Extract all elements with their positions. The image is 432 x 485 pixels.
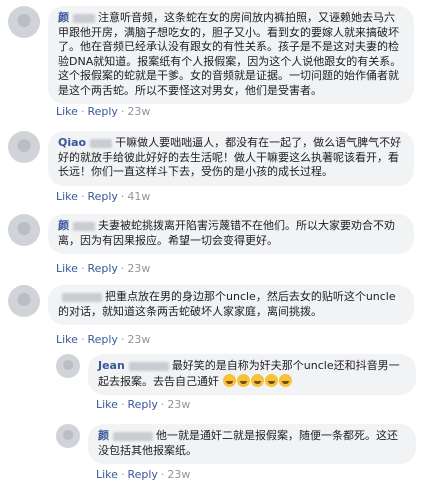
comment-actions: Like · Reply · 41w	[56, 190, 151, 203]
reply-link[interactable]: Reply	[127, 468, 157, 481]
reply-author[interactable]: 颜	[98, 429, 109, 442]
comment-bubble: Qiao 干嘛做人要咄咄逼人，都没有在一起了，做么语气脾气不好好的就放手给彼此好好…	[48, 131, 414, 186]
like-link[interactable]: Like	[96, 398, 118, 411]
redacted-name	[128, 361, 169, 371]
redacted-name	[62, 292, 102, 302]
timestamp[interactable]: 23w	[127, 333, 150, 346]
laughing-emoji-icon	[236, 373, 250, 387]
comment-author[interactable]: 颜	[58, 11, 69, 24]
comment-actions: Like · Reply · 23w	[56, 333, 151, 346]
reply-link[interactable]: Reply	[87, 105, 117, 118]
redacted-name	[90, 138, 113, 148]
timestamp[interactable]: 23w	[167, 398, 190, 411]
avatar[interactable]	[56, 424, 80, 448]
like-link[interactable]: Like	[56, 333, 78, 346]
reply-actions: Like · Reply · 23w	[96, 468, 191, 481]
redacted-name	[73, 13, 95, 23]
comment-text: 把重点放在男的身边那个uncle，然后去女的贴听这个uncle的对话，就知道这条…	[58, 290, 396, 318]
reply-link[interactable]: Reply	[87, 333, 117, 346]
comment-actions: Like · Reply · 23w	[56, 105, 151, 118]
timestamp[interactable]: 23w	[127, 105, 150, 118]
reply-link[interactable]: Reply	[87, 262, 117, 275]
like-link[interactable]: Like	[56, 190, 78, 203]
laughing-emoji-icon	[278, 373, 292, 387]
comment-bubble: 颜夫妻被蛇挑拨离开陷害污蔑错不在他们。所以大家要劝合不劝离，因为有因果报应。希望…	[48, 214, 414, 254]
redacted-name	[73, 221, 95, 231]
laughing-emoji-icon	[222, 373, 236, 387]
avatar[interactable]	[8, 131, 40, 163]
comment-author[interactable]: Qiao	[58, 136, 86, 149]
comment-actions: Like · Reply · 23w	[56, 262, 151, 275]
avatar[interactable]	[8, 214, 40, 246]
reply: 颜他一就是通奸二就是报假案，随便一条都死。这还没包括其他报案纸。	[56, 424, 426, 464]
reply: Jean 最好笑的是自称为奸夫那个uncle还和抖音男一起去报案。去告自己通奸	[56, 354, 426, 395]
laughing-emoji-icon	[264, 373, 278, 387]
reply-actions: Like · Reply · 23w	[96, 398, 191, 411]
comment-author[interactable]: 颜	[58, 219, 69, 232]
avatar[interactable]	[8, 285, 40, 317]
like-link[interactable]: Like	[56, 262, 78, 275]
laughing-emoji-icon	[250, 373, 264, 387]
comment: 把重点放在男的身边那个uncle，然后去女的贴听这个uncle的对话，就知道这条…	[8, 285, 426, 325]
timestamp[interactable]: 23w	[167, 468, 190, 481]
like-link[interactable]: Like	[96, 468, 118, 481]
timestamp[interactable]: 23w	[127, 262, 150, 275]
reply-bubble: 颜他一就是通奸二就是报假案，随便一条都死。这还没包括其他报案纸。	[88, 424, 416, 464]
reply-link[interactable]: Reply	[127, 398, 157, 411]
timestamp[interactable]: 41w	[127, 190, 150, 203]
reply-bubble: Jean 最好笑的是自称为奸夫那个uncle还和抖音男一起去报案。去告自己通奸	[88, 354, 416, 395]
comment-bubble: 颜注意听音频，这条蛇在女的房间放内裤拍照，又诬赖她去马六甲跟他开房，满脑子想吃女…	[48, 6, 414, 104]
reply-link[interactable]: Reply	[87, 190, 117, 203]
comment-text: 注意听音频，这条蛇在女的房间放内裤拍照，又诬赖她去马六甲跟他开房，满脑子想吃女的…	[58, 11, 402, 97]
comment: 颜夫妻被蛇挑拨离开陷害污蔑错不在他们。所以大家要劝合不劝离，因为有因果报应。希望…	[8, 214, 426, 254]
comment: Qiao 干嘛做人要咄咄逼人，都没有在一起了，做么语气脾气不好好的就放手给彼此好好…	[8, 131, 426, 186]
laughing-emoji-group	[222, 373, 293, 388]
reply-author[interactable]: Jean	[98, 359, 125, 372]
comment: 颜注意听音频，这条蛇在女的房间放内裤拍照，又诬赖她去马六甲跟他开房，满脑子想吃女…	[8, 6, 426, 104]
avatar[interactable]	[56, 354, 80, 378]
comment-text: 夫妻被蛇挑拨离开陷害污蔑错不在他们。所以大家要劝合不劝离，因为有因果报应。希望一…	[58, 219, 395, 247]
like-link[interactable]: Like	[56, 105, 78, 118]
redacted-name	[113, 431, 153, 441]
comment-bubble: 把重点放在男的身边那个uncle，然后去女的贴听这个uncle的对话，就知道这条…	[48, 285, 414, 325]
avatar[interactable]	[8, 6, 40, 38]
